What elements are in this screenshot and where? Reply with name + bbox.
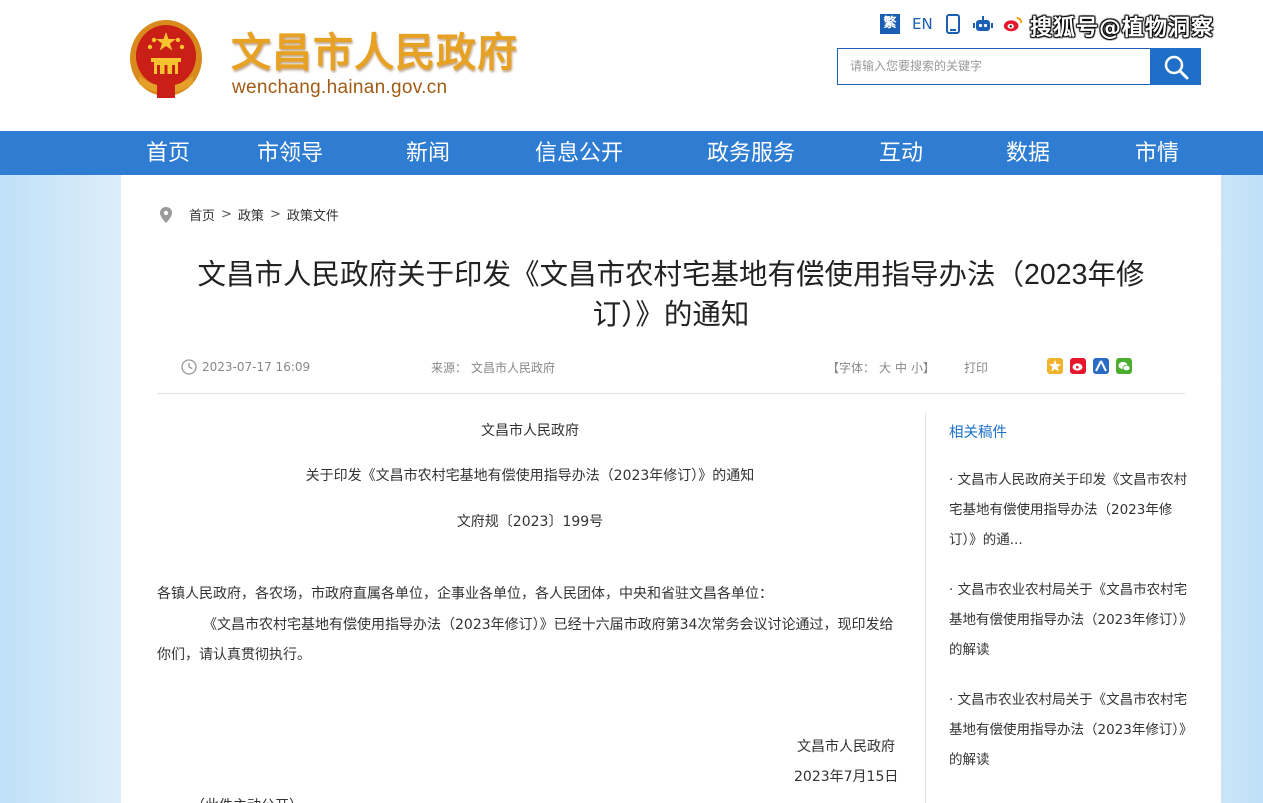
breadcrumb-home[interactable]: 首页 <box>189 205 215 224</box>
doc-recipients: 各镇人民政府，各农场，市政府直属各单位，企事业各单位，各人民团体，中央和省驻文昌… <box>157 586 773 602</box>
weibo-icon[interactable] <box>1003 14 1023 34</box>
doc-number: 文府规〔2023〕199号 <box>456 514 604 530</box>
watermark-text: 搜狐号@植物洞察 <box>1030 16 1215 41</box>
font-size-controls: 【字体： 大 中 小】 <box>827 359 935 376</box>
print-button[interactable]: 打印 <box>964 359 988 376</box>
related-item[interactable]: · 文昌市农业农村局关于《文昌市农村宅基地有偿使用指导办法（2023年修订）》的… <box>949 575 1189 665</box>
site-title[interactable]: 文昌市人民政府 <box>231 20 518 78</box>
article-title-line2: 订）》的通知 <box>592 299 750 331</box>
qzone-share-icon[interactable] <box>1047 358 1063 374</box>
nav-item-city-info[interactable]: 市情 <box>1135 131 1179 175</box>
doc-title: 关于印发《文昌市农村宅基地有偿使用指导办法（2023年修订）》的通知 <box>305 468 755 484</box>
source-info: 来源： 文昌市人民政府 <box>431 359 555 376</box>
breadcrumb-separator: > <box>269 207 281 222</box>
font-medium-button[interactable]: 中 <box>895 359 907 376</box>
doc-signature: 文昌市人民政府 <box>797 739 895 755</box>
related-heading: 相关稿件 <box>949 425 1007 441</box>
breadcrumb: 首页 > 政策 > 政策文件 <box>159 205 339 224</box>
source-label: 来源： <box>431 361 468 375</box>
search-input[interactable]: 请输入您要搜索的关键字 <box>837 48 1151 85</box>
nav-item-interaction[interactable]: 互动 <box>879 131 923 175</box>
mobile-icon[interactable] <box>943 14 963 34</box>
font-small-button[interactable]: 小】 <box>911 359 935 376</box>
column-divider <box>925 413 926 803</box>
nav-item-info-disclosure[interactable]: 信息公开 <box>535 131 623 175</box>
doc-body-paragraph: 《文昌市农村宅基地有偿使用指导办法（2023年修订）》已经十六届市政府第34次常… <box>157 617 894 663</box>
robot-icon[interactable] <box>972 14 993 34</box>
share-bar <box>1047 358 1132 374</box>
divider <box>157 393 1185 394</box>
doc-disclosure: （此件主动公开） <box>191 795 303 803</box>
doc-sign-date: 2023年7月15日 <box>794 769 899 785</box>
location-pin-icon <box>160 206 172 223</box>
breadcrumb-policy[interactable]: 政策 <box>238 205 264 224</box>
related-item[interactable]: · 文昌市人民政府关于印发《文昌市农村宅基地有偿使用指导办法（2023年修订）》… <box>949 465 1189 555</box>
traditional-chinese-button[interactable]: 繁 <box>880 14 900 34</box>
content-panel: 首页 > 政策 > 政策文件 文昌市人民政府关于印发《文昌市农村宅基地有偿使用指… <box>121 175 1221 803</box>
breadcrumb-policy-docs[interactable]: 政策文件 <box>287 205 339 224</box>
nav-item-news[interactable]: 新闻 <box>406 131 450 175</box>
article-title: 文昌市人民政府关于印发《文昌市农村宅基地有偿使用指导办法（2023年修 订）》的… <box>161 255 1181 335</box>
nav-item-leaders[interactable]: 市领导 <box>257 131 323 175</box>
search-button[interactable] <box>1150 48 1201 85</box>
nav-item-data[interactable]: 数据 <box>1006 131 1050 175</box>
nav-item-gov-services[interactable]: 政务服务 <box>707 131 795 175</box>
nav-item-home[interactable]: 首页 <box>146 131 190 175</box>
main-nav: 首页 市领导 新闻 信息公开 政务服务 互动 数据 市情 <box>0 131 1263 175</box>
wechat-share-icon[interactable] <box>1116 358 1132 374</box>
related-item[interactable]: · 文昌市农业农村局关于《文昌市农村宅基地有偿使用指导办法（2023年修订）》的… <box>949 685 1189 775</box>
weibo-share-icon[interactable] <box>1070 358 1086 374</box>
renren-share-icon[interactable] <box>1093 358 1109 374</box>
source-text: 文昌市人民政府 <box>471 361 556 375</box>
site-domain: wenchang.hainan.gov.cn <box>232 77 448 98</box>
doc-issuer: 文昌市人民政府 <box>481 423 579 439</box>
article-title-line1: 文昌市人民政府关于印发《文昌市农村宅基地有偿使用指导办法（2023年修 <box>197 259 1145 291</box>
font-size-label: 【字体： <box>827 361 876 375</box>
font-large-button[interactable]: 大 <box>879 359 891 376</box>
breadcrumb-separator: > <box>221 207 232 222</box>
publish-date-text: 2023-07-17 16:09 <box>202 360 311 374</box>
site-header: 文昌市人民政府 wenchang.hainan.gov.cn 繁 EN 搜狐号@… <box>0 0 1263 131</box>
english-button[interactable]: EN <box>912 15 933 33</box>
publish-date: 2023-07-17 16:09 <box>181 359 310 375</box>
top-tools: 繁 EN <box>880 12 1023 36</box>
national-emblem-icon[interactable] <box>127 18 205 102</box>
search-icon <box>1164 55 1188 79</box>
clock-icon <box>181 359 197 375</box>
